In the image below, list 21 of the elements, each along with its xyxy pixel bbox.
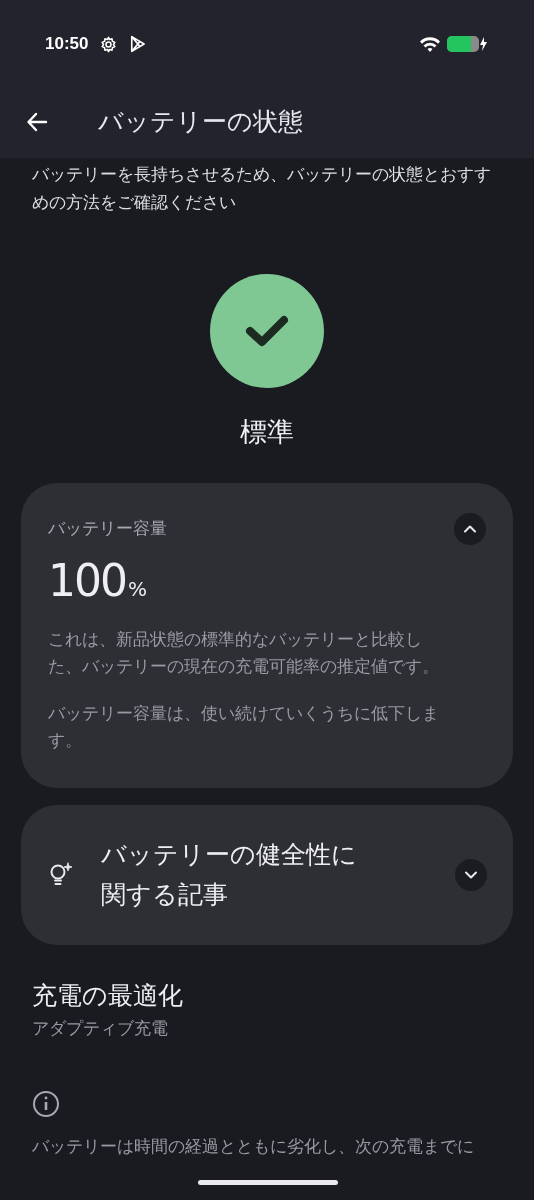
capacity-unit: % — [128, 575, 147, 603]
card-description: バッテリー容量は、使い続けていくうちに低下します。 — [48, 701, 440, 752]
expand-button[interactable] — [455, 858, 487, 891]
wifi-icon — [419, 35, 441, 53]
section-title: 充電の最適化 — [32, 979, 184, 1012]
battery-charging-icon — [447, 35, 489, 53]
article-card[interactable]: バッテリーの健全性に関する記事 — [21, 804, 513, 945]
capacity-value: 100 — [48, 558, 126, 603]
card-title: バッテリーの健全性に関する記事 — [101, 838, 358, 911]
collapse-button[interactable] — [454, 512, 486, 545]
gear-icon — [100, 35, 118, 53]
status-label: 標準 — [240, 415, 294, 449]
status-time: 10:50 — [45, 33, 89, 56]
info-icon — [32, 1089, 60, 1118]
card-title: バッテリー容量 — [48, 516, 167, 540]
page-title: バッテリーの状態 — [98, 106, 303, 139]
play-store-icon — [129, 35, 147, 53]
intro-text: バッテリーを長持ちさせるため、バッテリーの状態とおすすめの方法をご確認ください — [31, 163, 492, 214]
card-description: これは、新品状態の標準的なバッテリーと比較した、バッテリーの現在の充電可能率の推定値です。 — [48, 627, 440, 678]
charging-note: バッテリーは時間の経過とともに劣化し、次の充電までに — [32, 1134, 475, 1158]
section-subtitle: アダプティブ充電 — [32, 1017, 169, 1040]
